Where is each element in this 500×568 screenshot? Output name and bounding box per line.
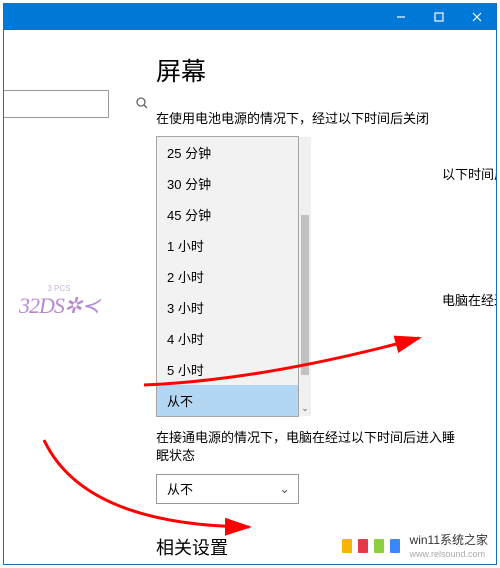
footer-site-name: win11系统之家 (410, 533, 488, 547)
settings-window: 3 PCS 32DS✲≺ 屏幕 在使用电池电源的情况下，经过以下时间后关闭 25… (3, 3, 497, 565)
label-plugged-sleep: 在接通电源的情况下，电脑在经过以下时间后进入睡眠状态 (156, 429, 466, 465)
left-pane: 3 PCS 32DS✲≺ (4, 30, 134, 564)
dropdown-option[interactable]: 5 小时 (157, 354, 298, 385)
search-input[interactable] (4, 97, 135, 111)
footer-watermark: win11系统之家 www.relsound.com (342, 531, 488, 560)
close-button[interactable] (458, 4, 496, 30)
sleep-timeout-value: 从不 (167, 479, 193, 498)
dropdown-option[interactable]: 2 小时 (157, 261, 298, 292)
dropdown-option[interactable]: 25 分钟 (157, 137, 298, 168)
dropdown-option[interactable]: 4 小时 (157, 323, 298, 354)
logo-square (358, 539, 368, 553)
chevron-down-icon: ⌄ (299, 403, 311, 414)
dropdown-option[interactable]: 45 分钟 (157, 199, 298, 230)
main-content: 屏幕 在使用电池电源的情况下，经过以下时间后关闭 25 分钟30 分钟45 分钟… (134, 30, 496, 564)
dropdown-option[interactable]: 30 分钟 (157, 168, 298, 199)
page-title: 屏幕 (156, 52, 466, 88)
chevron-down-icon: ⌄ (279, 481, 290, 497)
label-plugged-sleep-partial: 电脑在经过以下时间后进入 (442, 290, 496, 309)
decorative-watermark: 3 PCS 32DS✲≺ (19, 285, 99, 318)
footer-site-url: www.relsound.com (410, 549, 486, 559)
maximize-button[interactable] (420, 4, 458, 30)
dropdown-option[interactable]: 3 小时 (157, 292, 298, 323)
search-field[interactable] (4, 90, 109, 118)
logo-square (374, 539, 384, 553)
dropdown-option[interactable]: 从不 (157, 385, 298, 416)
sleep-timeout-dropdown[interactable]: 从不 ⌄ (156, 474, 299, 504)
minimize-button[interactable] (382, 4, 420, 30)
titlebar (4, 4, 496, 30)
dropdown-option[interactable]: 1 小时 (157, 230, 298, 261)
screen-timeout-dropdown[interactable]: 25 分钟30 分钟45 分钟1 小时2 小时3 小时4 小时5 小时从不 ⌄ (156, 136, 299, 417)
dropdown-scrollbar[interactable]: ⌄ (299, 137, 311, 416)
label-plugged-screen-off-partial: 以下时间后关闭 (442, 164, 496, 183)
label-battery-screen-off: 在使用电池电源的情况下，经过以下时间后关闭 (156, 110, 466, 128)
logo-square (390, 539, 400, 553)
scrollbar-thumb[interactable] (301, 215, 309, 375)
logo-square (342, 539, 352, 553)
